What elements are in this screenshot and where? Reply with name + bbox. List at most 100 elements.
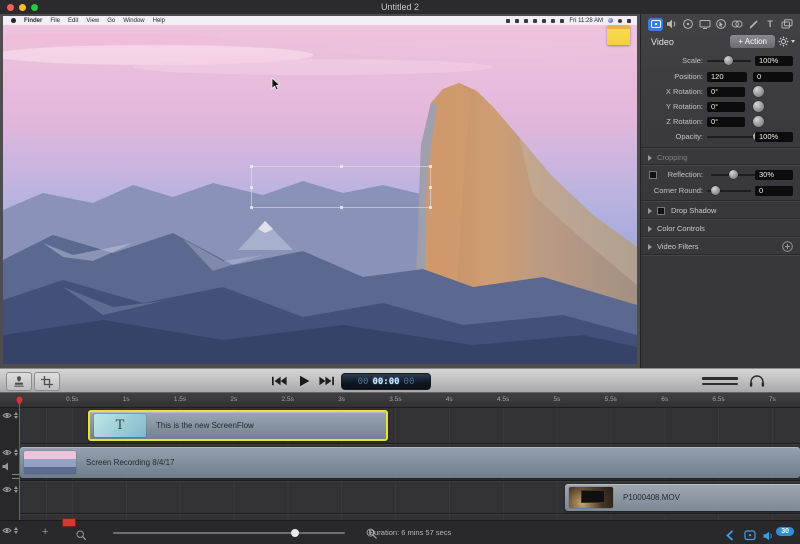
text-box-selection[interactable] — [250, 165, 432, 209]
timeline-zoom-slider[interactable] — [113, 529, 345, 537]
track2-visibility-icon[interactable] — [2, 449, 12, 456]
timeline-ruler[interactable]: 0.5s 1s 1.5s 2s 2.5s 3s 3.5s 4s 4.5s 5s 5.5s 6s 6.5s… — [0, 392, 800, 408]
z-rotation-knob[interactable] — [753, 116, 764, 127]
position-y-field[interactable]: 0 — [753, 71, 793, 82]
chevron-left-icon — [726, 530, 734, 541]
screen-recording-thumbnail — [24, 451, 76, 474]
y-rotation-knob[interactable] — [753, 101, 764, 112]
reflection-slider[interactable] — [711, 170, 755, 179]
audio-meter-icon — [702, 377, 738, 388]
window-title: Untitled 2 — [380, 2, 420, 12]
recorded-menubar: Finder File Edit View Go Window Help Fri 11:28… — [3, 16, 637, 25]
tab-text[interactable]: T — [763, 18, 778, 31]
y-rotation-field[interactable]: 0° — [707, 101, 745, 112]
ruler-tick: 1s — [122, 396, 130, 403]
tab-audio[interactable] — [664, 18, 679, 31]
scale-slider[interactable] — [707, 56, 751, 65]
zoom-slider-handle[interactable] — [291, 529, 299, 537]
track2-audio-icon[interactable] — [2, 462, 11, 471]
add-action-button[interactable]: + Action — [730, 35, 775, 48]
scale-value-field[interactable]: 100% — [755, 55, 793, 66]
stamp-tool-button[interactable] — [6, 372, 32, 391]
track4-height-toggle[interactable] — [14, 527, 18, 534]
video-filters-disclosure-icon[interactable] — [648, 243, 652, 250]
cropping-section[interactable]: Cropping — [657, 153, 687, 162]
drop-shadow-checkbox[interactable] — [657, 206, 665, 215]
position-x-field[interactable]: 120 — [707, 71, 747, 82]
timeline-clip-text[interactable]: T This is the new ScreenFlow — [88, 410, 388, 441]
gear-icon — [778, 36, 789, 47]
movie-clip-thumbnail — [569, 487, 613, 508]
fps-badge[interactable]: 30 — [776, 527, 794, 536]
next-frame-icon — [319, 376, 334, 385]
apple-logo-icon — [11, 18, 16, 23]
screenflow-window: Untitled 2 Finder File Edit View Go Window Hel… — [0, 0, 800, 544]
publish-button[interactable] — [726, 528, 734, 544]
tab-video[interactable] — [648, 17, 663, 31]
scale-to-fit-button[interactable] — [744, 528, 756, 544]
tab-touch-callout[interactable] — [730, 18, 745, 31]
drop-shadow-section[interactable]: Drop Shadow — [671, 206, 716, 215]
spotlight-icon — [618, 18, 622, 23]
timecode-hours: 00 — [357, 376, 369, 387]
ruler-tick: 6s — [661, 396, 669, 403]
track3-visibility-icon[interactable] — [2, 486, 12, 493]
x-rotation-knob[interactable] — [753, 86, 764, 97]
mute-button[interactable] — [763, 528, 774, 544]
inspector-section-title: Video — [651, 37, 674, 47]
timecode-display[interactable]: 00 00:00 00 — [341, 373, 431, 390]
status-icon — [524, 18, 529, 23]
track1-visibility-icon[interactable] — [2, 412, 12, 419]
play-button[interactable] — [295, 374, 313, 387]
add-track-button[interactable]: + — [42, 526, 48, 538]
recorded-menu-item: File — [50, 17, 61, 24]
recorded-menubar-status: Fri 11:28 AM — [506, 18, 637, 24]
reflection-checkbox[interactable] — [649, 170, 657, 179]
window-titlebar[interactable]: Untitled 2 — [0, 0, 800, 14]
timeline-clip-movie[interactable]: P1000408.MOV — [565, 484, 800, 511]
zoom-out-icon — [76, 530, 87, 541]
tab-screen-recording[interactable] — [697, 18, 712, 31]
red-clip-marker[interactable] — [62, 518, 76, 527]
zoom-out-button[interactable] — [76, 528, 87, 544]
video-preview[interactable]: Finder File Edit View Go Window Help Fri 11:28… — [3, 16, 637, 364]
track4-visibility-icon[interactable] — [2, 527, 12, 534]
cropping-disclosure-icon[interactable] — [648, 154, 652, 161]
corner-round-slider[interactable] — [707, 186, 751, 195]
tab-callout[interactable] — [714, 18, 729, 31]
z-rotation-field[interactable]: 0° — [707, 116, 745, 127]
status-icon — [542, 18, 547, 23]
crop-tool-button[interactable] — [34, 372, 60, 391]
speaker-icon — [763, 531, 772, 541]
fast-forward-button[interactable] — [318, 374, 336, 387]
tab-annotations[interactable] — [746, 18, 761, 31]
color-controls-section[interactable]: Color Controls — [657, 224, 705, 233]
timeline-clip-screen-recording[interactable]: Screen Recording 8/4/17 — [20, 447, 800, 478]
add-video-filter-button[interactable] — [782, 241, 793, 254]
color-controls-disclosure-icon[interactable] — [648, 225, 652, 232]
reflection-value-field[interactable]: 30% — [755, 169, 793, 180]
stamp-icon — [14, 375, 24, 387]
clip-label: This is the new ScreenFlow — [156, 421, 254, 430]
opacity-slider[interactable] — [707, 132, 762, 141]
corner-round-value-field[interactable]: 0 — [755, 185, 793, 196]
video-filters-section[interactable]: Video Filters — [657, 242, 699, 251]
playhead[interactable] — [15, 394, 24, 524]
headphones-icon — [749, 375, 765, 387]
text-clip-thumbnail: T — [94, 414, 146, 437]
drop-shadow-disclosure-icon[interactable] — [648, 207, 652, 214]
sticky-note — [607, 25, 630, 45]
inspector-settings-menu[interactable] — [778, 36, 795, 47]
x-rotation-field[interactable]: 0° — [707, 86, 745, 97]
tab-media-library[interactable] — [779, 18, 794, 31]
monitor-audio-button[interactable] — [748, 373, 766, 393]
opacity-value-field[interactable]: 100% — [755, 131, 793, 142]
preview-canvas[interactable]: Finder File Edit View Go Window Help Fri 11:28… — [0, 14, 640, 368]
tab-video-motion[interactable] — [681, 18, 696, 31]
x-rotation-label: X Rotation: — [665, 87, 703, 96]
ruler-tick: 4s — [445, 396, 453, 403]
clip-label: P1000408.MOV — [623, 493, 680, 502]
rewind-button[interactable] — [270, 374, 288, 387]
inspector-tabs: T — [641, 16, 800, 32]
previous-frame-icon — [272, 376, 287, 385]
